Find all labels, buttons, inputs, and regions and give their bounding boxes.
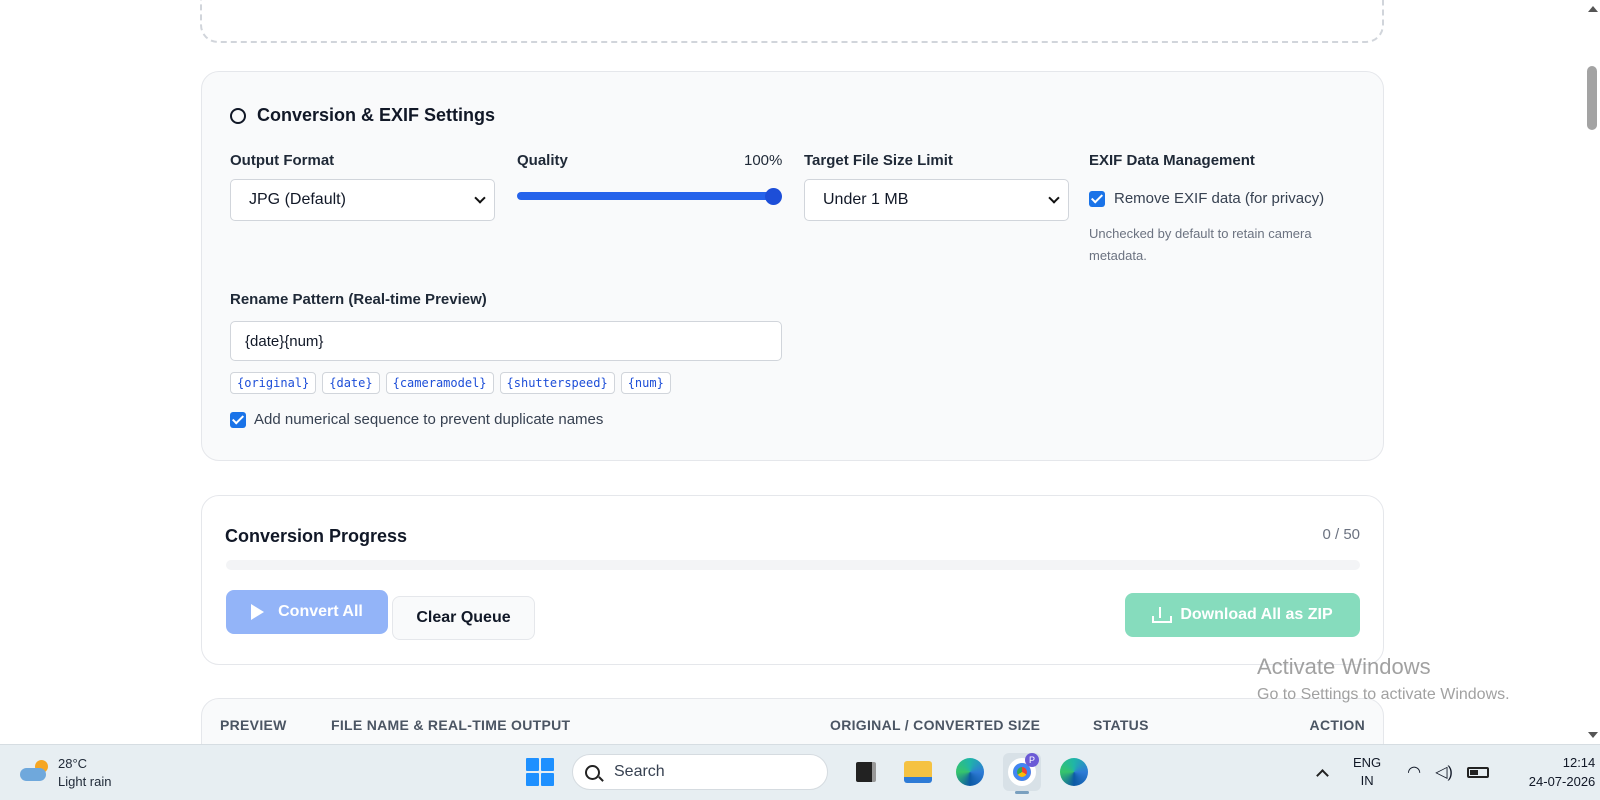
chevron-down-icon	[474, 192, 486, 204]
token-num[interactable]: {num}	[620, 372, 671, 394]
taskbar-search-placeholder: Search	[614, 763, 665, 780]
token-date[interactable]: {date}	[322, 372, 380, 394]
output-format-value: JPG (Default)	[249, 191, 346, 208]
gear-icon	[230, 107, 246, 124]
windows-start-icon[interactable]	[526, 758, 554, 786]
progress-count: 0 / 50	[1322, 526, 1360, 543]
rain-cloud-icon	[20, 760, 50, 786]
chevron-down-icon	[1048, 192, 1060, 204]
target-size-value: Under 1 MB	[823, 191, 909, 208]
exif-label: EXIF Data Management	[1089, 152, 1255, 169]
watermark-title: Activate Windows	[1257, 654, 1431, 679]
exif-hint: Unchecked by default to retain camera me…	[1089, 226, 1312, 263]
rename-pattern-value: {date}{num}	[245, 332, 324, 350]
output-format-label: Output Format	[230, 152, 335, 169]
clock-date: 24-07-2026	[1528, 774, 1596, 789]
wifi-icon[interactable]: ◠	[1407, 762, 1421, 782]
taskbar-search[interactable]: Search	[572, 754, 828, 790]
language-region: IN	[1360, 773, 1374, 788]
token-shutterspeed[interactable]: {shutterspeed}	[499, 372, 615, 394]
sequence-checkbox[interactable]	[230, 412, 246, 428]
remove-exif-checkbox[interactable]	[1089, 191, 1105, 207]
quality-value: 100%	[744, 152, 783, 169]
progress-card: Conversion Progress 0 / 50 Convert All C…	[201, 495, 1384, 665]
chrome-profile-badge: P	[1025, 753, 1039, 767]
drop-zone[interactable]	[200, 0, 1384, 43]
weather-description: Light rain	[58, 774, 112, 789]
quality-slider-track[interactable]	[517, 192, 777, 200]
remove-exif-label[interactable]: Remove EXIF data (for privacy)	[1114, 190, 1324, 207]
chevron-up-icon[interactable]	[1316, 768, 1329, 782]
sequence-label[interactable]: Add numerical sequence to prevent duplic…	[254, 411, 603, 428]
weather-temperature: 28°C	[58, 756, 88, 771]
settings-title: Conversion & EXIF Settings	[230, 105, 495, 126]
settings-title-text: Conversion & EXIF Settings	[257, 105, 496, 125]
file-explorer-icon[interactable]	[899, 753, 937, 791]
taskbar-apps: Search P	[526, 753, 1100, 794]
quality-label: Quality	[517, 152, 568, 169]
edge-icon[interactable]	[951, 753, 989, 791]
edge-dev-icon[interactable]	[1055, 753, 1093, 791]
weather-widget[interactable]: 28°C Light rain	[20, 755, 111, 791]
progress-title: Conversion Progress	[225, 526, 408, 546]
file-table-header: PREVIEW FILE NAME & REAL-TIME OUTPUT ORI…	[201, 698, 1384, 744]
output-format-select[interactable]: JPG (Default)	[230, 179, 495, 221]
activate-windows-watermark: Activate Windows Go to Settings to activ…	[1257, 654, 1510, 704]
token-original[interactable]: {original}	[230, 372, 317, 394]
clear-queue-button[interactable]: Clear Queue	[392, 596, 535, 640]
settings-card: Conversion & EXIF Settings Output Format…	[201, 71, 1384, 461]
active-app-indicator	[1015, 791, 1029, 794]
column-header-file-name: FILE NAME & REAL-TIME OUTPUT	[331, 717, 571, 733]
target-size-label: Target File Size Limit	[804, 152, 953, 169]
watermark-subtitle: Go to Settings to activate Windows.	[1257, 686, 1510, 703]
clear-queue-label: Clear Queue	[416, 609, 511, 626]
language-indicator[interactable]: ENG IN	[1353, 754, 1381, 790]
quality-slider-thumb[interactable]	[765, 188, 782, 205]
progress-bar	[226, 560, 1360, 570]
task-view-icon[interactable]	[847, 753, 885, 791]
column-header-action: ACTION	[1309, 717, 1365, 733]
page: Conversion & EXIF Settings Output Format…	[0, 0, 1584, 744]
column-header-status: STATUS	[1093, 717, 1149, 733]
page-scrollbar[interactable]	[1584, 0, 1600, 744]
convert-all-button[interactable]: Convert All	[226, 590, 388, 634]
play-icon	[251, 604, 265, 620]
rename-pattern-input[interactable]: {date}{num}	[230, 321, 782, 361]
scrollbar-thumb[interactable]	[1587, 66, 1597, 130]
column-header-size: ORIGINAL / CONVERTED SIZE	[830, 717, 1041, 733]
scroll-down-arrow-icon[interactable]	[1588, 732, 1598, 738]
token-cameramodel[interactable]: {cameramodel}	[385, 372, 494, 394]
language-code: ENG	[1353, 755, 1382, 770]
column-header-preview: PREVIEW	[220, 717, 287, 733]
scroll-up-arrow-icon[interactable]	[1588, 6, 1598, 12]
volume-icon[interactable]: ◁)	[1435, 762, 1453, 782]
battery-icon[interactable]	[1466, 766, 1489, 778]
taskbar: 28°C Light rain Search P ENG IN ◠ ◁) 12:…	[0, 744, 1600, 800]
target-size-select[interactable]: Under 1 MB	[804, 179, 1069, 221]
download-icon	[1152, 607, 1173, 623]
chrome-icon[interactable]: P	[1003, 753, 1041, 794]
download-zip-button[interactable]: Download All as ZIP	[1125, 593, 1360, 637]
convert-all-label: Convert All	[278, 603, 363, 620]
clock[interactable]: 12:14 24-07-2026	[1529, 753, 1596, 791]
token-list: {original} {date} {cameramodel} {shutter…	[230, 372, 671, 394]
system-tray: ENG IN ◠ ◁) 12:14 24-07-2026	[1316, 753, 1596, 791]
download-zip-label: Download All as ZIP	[1180, 606, 1333, 623]
search-icon	[585, 764, 600, 780]
rename-pattern-label: Rename Pattern (Real-time Preview)	[230, 291, 487, 308]
clock-time: 12:14	[1562, 755, 1596, 770]
